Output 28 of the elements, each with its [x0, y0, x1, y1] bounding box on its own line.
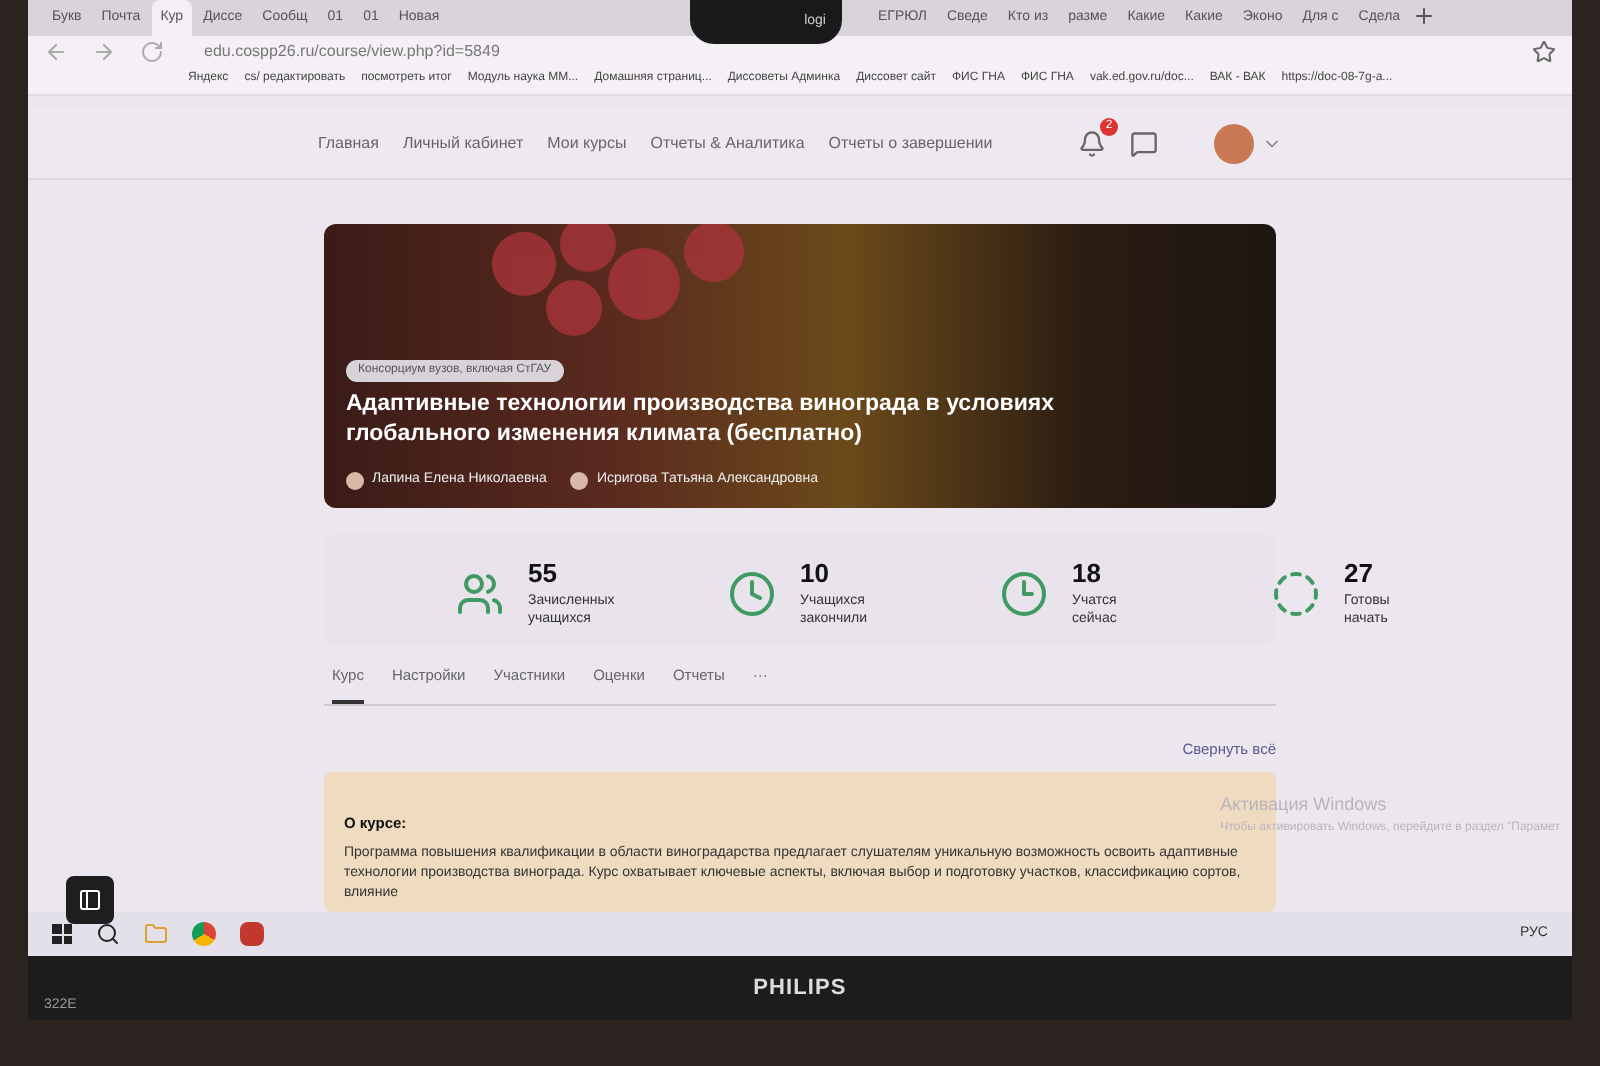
side-toggle-button[interactable] [66, 876, 114, 924]
author-avatar [346, 471, 364, 490]
nav-link[interactable]: Мои курсы [547, 131, 627, 156]
stat-value: 10 [800, 555, 831, 592]
stat-value: 55 [528, 555, 559, 592]
users-icon [456, 569, 504, 618]
search-icon[interactable] [96, 922, 120, 947]
nav-link[interactable]: Личный кабинет [402, 131, 524, 156]
windows-start-icon[interactable] [52, 924, 72, 945]
nav-link[interactable]: Отчеты & Аналитика [650, 131, 805, 156]
document-icon[interactable] [240, 922, 264, 947]
clock-icon [1000, 569, 1048, 618]
course-title: Адаптивные технологии производства винограда в условиях глобального изменения климата (бесплатно) [346, 389, 1056, 450]
new-tab-icon[interactable] [1412, 4, 1437, 29]
bookmark-star-icon[interactable] [1532, 39, 1556, 63]
bell-icon[interactable] [1078, 129, 1106, 158]
clock-icon [728, 569, 776, 618]
monitor-brand: PHILIPS [753, 973, 847, 1004]
dashed-circle-icon [1272, 569, 1320, 618]
nav-link[interactable]: Отчеты о завершении [828, 131, 993, 156]
browser-icon[interactable] [192, 922, 216, 947]
stat-value: 18 [1072, 555, 1103, 592]
author-avatar [570, 471, 589, 490]
panel-icon [78, 888, 102, 912]
avatar[interactable] [1214, 123, 1254, 164]
nav-link[interactable]: Главная [318, 131, 379, 156]
stat-value: 27 [1344, 555, 1375, 592]
chat-icon[interactable] [1130, 129, 1158, 158]
